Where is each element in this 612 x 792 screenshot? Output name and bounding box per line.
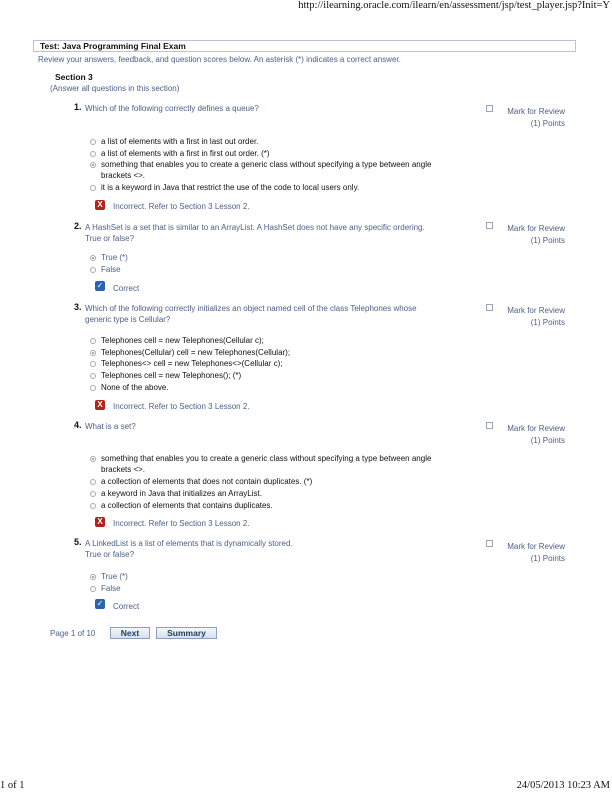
- answer-radio[interactable]: [90, 338, 96, 344]
- incorrect-icon: X: [95, 400, 105, 410]
- answer-option: None of the above.: [101, 383, 169, 392]
- page-url: http://ilearning.oracle.com/ilearn/en/as…: [298, 0, 610, 11]
- answer-radio-selected[interactable]: [90, 574, 96, 580]
- answer-option: a collection of elements that contains d…: [101, 501, 273, 510]
- answer-radio[interactable]: [90, 385, 96, 391]
- answer-radio-selected[interactable]: [90, 255, 96, 261]
- correct-check-icon: ✓: [95, 599, 105, 609]
- incorrect-icon: X: [95, 517, 105, 527]
- question-text: generic type is Cellular?: [85, 315, 171, 324]
- answer-radio[interactable]: [90, 491, 96, 497]
- correct-check-icon: ✓: [95, 281, 105, 291]
- answer-option: Telephones cell = new Telephones(); (*): [101, 371, 242, 380]
- answer-option: a list of elements with a first in first…: [101, 149, 270, 158]
- points-label: (1) Points: [530, 236, 565, 245]
- question-text: Which of the following correctly defines…: [85, 104, 259, 113]
- answer-option: something that enables you to create a g…: [101, 160, 432, 169]
- exam-instructions: Review your answers, feedback, and quest…: [38, 55, 401, 64]
- mark-for-review-label: Mark for Review: [507, 424, 565, 433]
- question-number: 5.: [74, 537, 82, 547]
- points-label: (1) Points: [530, 554, 565, 563]
- question-number: 4.: [74, 420, 82, 430]
- answer-radio-selected[interactable]: [90, 350, 96, 356]
- page-indicator: Page 1 of 10: [50, 629, 96, 638]
- answer-option: False: [101, 584, 121, 593]
- print-page-count: 1 of 1: [0, 780, 25, 791]
- section-title: Section 3: [55, 72, 93, 82]
- answer-option: a keyword in Java that initializes an Ar…: [101, 489, 262, 498]
- answer-option: a list of elements with a first in last …: [101, 137, 259, 146]
- answer-radio[interactable]: [90, 586, 96, 592]
- question-text: Which of the following correctly initial…: [85, 304, 417, 313]
- answer-radio[interactable]: [90, 361, 96, 367]
- feedback-text: Correct: [113, 602, 140, 611]
- answer-option: Telephones<> cell = new Telephones<>(Cel…: [101, 359, 283, 368]
- answer-option: it is a keyword in Java that restrict th…: [101, 183, 360, 192]
- question-text: What is a set?: [85, 422, 136, 431]
- feedback-text: Correct: [113, 284, 140, 293]
- answer-radio-selected[interactable]: [90, 456, 96, 462]
- exam-title: Test: Java Programming Final Exam: [40, 41, 186, 51]
- mark-for-review-label: Mark for Review: [507, 542, 565, 551]
- feedback-text: Incorrect. Refer to Section 3 Lesson 2.: [113, 402, 250, 411]
- answer-radio[interactable]: [90, 479, 96, 485]
- answer-option: False: [101, 265, 121, 274]
- answer-option: True (*): [101, 253, 128, 262]
- points-label: (1) Points: [530, 436, 565, 445]
- question-text: A LinkedList is a list of elements that …: [85, 539, 293, 548]
- answer-option: Telephones(Cellular) cell = new Telephon…: [101, 348, 291, 357]
- question-text: True or false?: [85, 550, 135, 559]
- question-text: A HashSet is a set that is similar to an…: [85, 223, 425, 232]
- answer-radio[interactable]: [90, 139, 96, 145]
- feedback-text: Incorrect. Refer to Section 3 Lesson 2.: [113, 202, 250, 211]
- incorrect-icon: X: [95, 200, 105, 210]
- points-label: (1) Points: [530, 318, 565, 327]
- question-number: 2.: [74, 221, 82, 231]
- question-number: 3.: [74, 302, 82, 312]
- answer-radio[interactable]: [90, 151, 96, 157]
- question-text: True or false?: [85, 234, 135, 243]
- next-button[interactable]: Next: [110, 627, 150, 639]
- mark-for-review-label: Mark for Review: [507, 107, 565, 116]
- mark-for-review-label: Mark for Review: [507, 224, 565, 233]
- answer-radio[interactable]: [90, 503, 96, 509]
- feedback-text: Incorrect. Refer to Section 3 Lesson 2.: [113, 519, 250, 528]
- question-number: 1.: [74, 102, 82, 112]
- answer-radio[interactable]: [90, 185, 96, 191]
- answer-option-continuation: brackets <>.: [101, 171, 146, 180]
- answer-radio[interactable]: [90, 373, 96, 379]
- points-label: (1) Points: [530, 119, 565, 128]
- answer-radio[interactable]: [90, 267, 96, 273]
- print-timestamp: 24/05/2013 10:23 AM: [516, 780, 610, 791]
- answer-radio-selected[interactable]: [90, 162, 96, 168]
- answer-option: a collection of elements that does not c…: [101, 477, 313, 486]
- mark-for-review-label: Mark for Review: [507, 306, 565, 315]
- answer-option: True (*): [101, 572, 128, 581]
- section-subtitle: (Answer all questions in this section): [50, 84, 180, 93]
- summary-button[interactable]: Summary: [156, 627, 217, 639]
- answer-option-continuation: brackets <>.: [101, 465, 146, 474]
- answer-option: something that enables you to create a g…: [101, 454, 432, 463]
- answer-option: Telephones cell = new Telephones(Cellula…: [101, 336, 264, 345]
